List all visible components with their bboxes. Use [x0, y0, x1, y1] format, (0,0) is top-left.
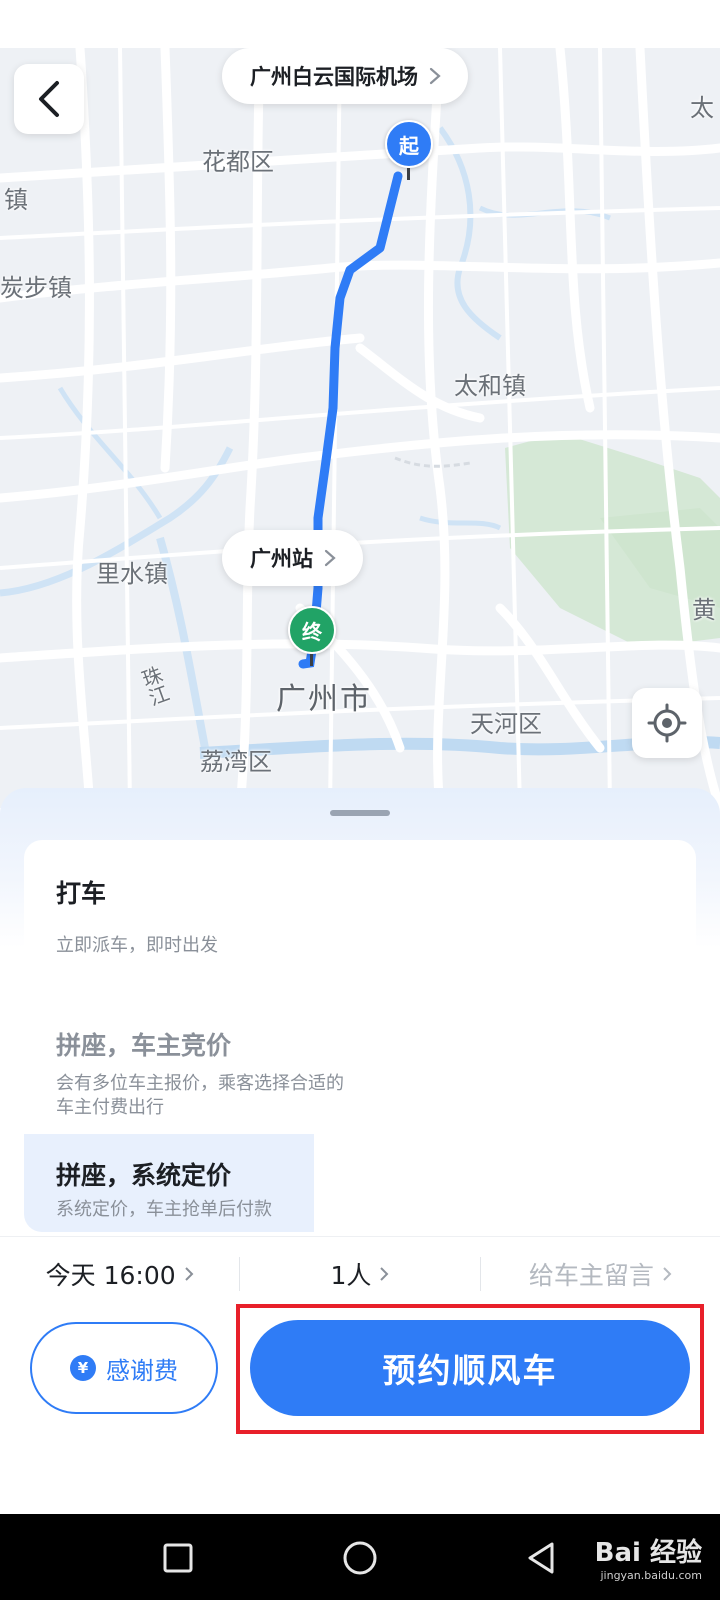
chevron-right-icon: [184, 1267, 194, 1281]
home-icon[interactable]: [338, 1536, 382, 1580]
back-button[interactable]: [14, 64, 84, 134]
ride-option-title: 打车: [56, 879, 107, 908]
system-nav-bar: Bai 经验 jingyan.baidu.com: [0, 1514, 720, 1600]
yen-icon: ¥: [70, 1355, 96, 1381]
chevron-right-icon: [380, 1267, 389, 1281]
watermark: Bai 经验 jingyan.baidu.com: [595, 1532, 702, 1582]
bottom-sheet: 打车 立即派车，即时出发 拼座，车主竞价 会有多位车主报价，乘客选择合适的车主付…: [0, 788, 720, 1600]
destination-pill[interactable]: 广州站: [222, 530, 363, 586]
ride-option-desc: 立即派车，即时出发: [56, 935, 218, 956]
ride-option-title: 拼座，系统定价: [56, 1161, 232, 1190]
route-line: [313, 171, 403, 593]
departure-time: 今天 16:00: [45, 1261, 176, 1290]
ride-option-taxi[interactable]: 打车 立即派车，即时出发: [24, 874, 346, 984]
chevron-right-icon: [324, 549, 336, 567]
ride-option-desc: 系统定价，车主抢单后付款: [56, 1199, 272, 1220]
map-label: 黄: [692, 596, 716, 624]
driver-message-placeholder: 给车主留言: [528, 1261, 654, 1290]
ride-option-title: 拼座，车主竞价: [56, 1031, 232, 1060]
back-triangle-icon[interactable]: [520, 1536, 564, 1580]
map-label: 炭步镇: [0, 274, 72, 302]
ride-options-card: 打车 立即派车，即时出发 拼座，车主竞价 会有多位车主报价，乘客选择合适的车主付…: [24, 840, 696, 1232]
origin-pill[interactable]: 广州白云国际机场: [222, 48, 468, 104]
driver-message-input[interactable]: 给车主留言: [481, 1256, 720, 1292]
map-label: 太: [690, 94, 714, 122]
annotation-highlight-box: [236, 1304, 704, 1434]
crosshair-icon: [647, 703, 687, 743]
departure-time-selector[interactable]: 今天 16:00: [0, 1256, 239, 1292]
ride-option-desc: 会有多位车主报价，乘客选择合适的车主付费出行: [56, 1073, 344, 1118]
passenger-count: 1人: [330, 1261, 372, 1290]
sheet-grabber[interactable]: [330, 810, 390, 816]
ride-option-bidding[interactable]: 拼座，车主竞价 会有多位车主报价，乘客选择合适的车主付费出行: [24, 1026, 346, 1136]
booking-details-row: 今天 16:00 1人 给车主留言: [0, 1236, 720, 1311]
map-label: 荔湾区: [200, 748, 272, 776]
chevron-right-icon: [429, 67, 441, 85]
map-label: 太和镇: [454, 372, 526, 400]
destination-label: 广州站: [250, 547, 313, 571]
locate-button[interactable]: [632, 688, 702, 758]
map-view[interactable]: 花都区 镇 炭步镇 太 太和镇 里水镇 黄 广州市 珠江 天河区 荔湾区 广州白…: [0, 48, 720, 808]
end-marker: 终: [288, 606, 336, 666]
map-label: 镇: [4, 186, 28, 214]
watermark-url: jingyan.baidu.com: [600, 1569, 702, 1582]
recent-apps-icon[interactable]: [156, 1536, 200, 1580]
chevron-right-icon: [663, 1267, 672, 1281]
screen: 花都区 镇 炭步镇 太 太和镇 里水镇 黄 广州市 珠江 天河区 荔湾区 广州白…: [0, 0, 720, 1600]
end-marker-badge: 终: [288, 606, 336, 654]
start-marker: 起: [385, 120, 433, 180]
start-marker-badge: 起: [385, 120, 433, 168]
chevron-left-icon: [39, 81, 59, 117]
map-label: 花都区: [202, 148, 274, 176]
thanks-fee-button[interactable]: ¥ 感谢费: [30, 1322, 218, 1414]
watermark-text: Bai 经验: [594, 1538, 702, 1568]
map-label: 天河区: [470, 710, 542, 738]
passenger-count-selector[interactable]: 1人: [240, 1256, 479, 1292]
map-label: 里水镇: [96, 560, 168, 588]
thanks-fee-label: 感谢费: [106, 1356, 178, 1385]
ride-option-fixed-price[interactable]: 拼座，系统定价 系统定价，车主抢单后付款: [24, 1134, 314, 1232]
map-label-city: 广州市: [276, 682, 372, 717]
origin-label: 广州白云国际机场: [250, 65, 418, 89]
